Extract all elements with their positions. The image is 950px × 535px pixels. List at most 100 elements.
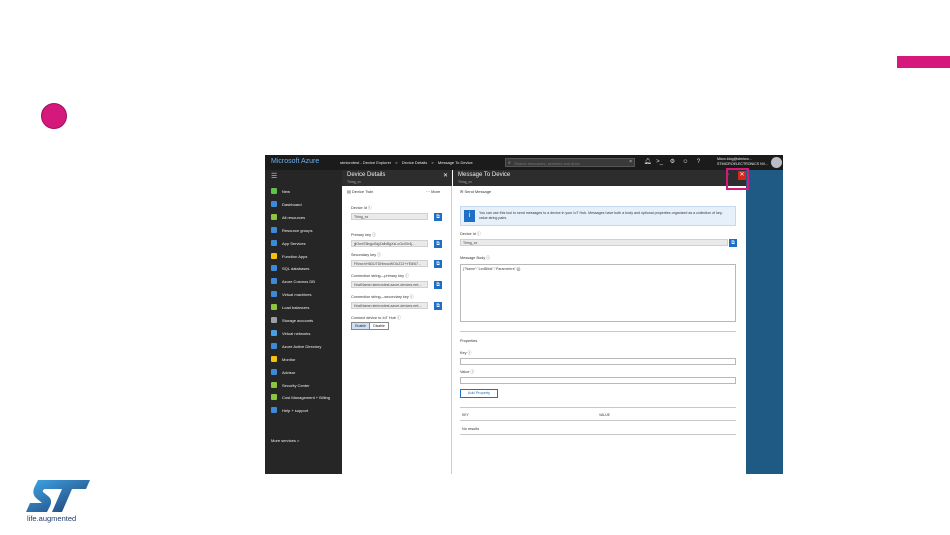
copy-icon[interactable]: ⧉ xyxy=(434,260,442,268)
cloud-shell-icon[interactable]: >_ xyxy=(655,158,664,167)
divider xyxy=(460,420,736,421)
sidebar-more-services[interactable]: More services > xyxy=(265,434,342,446)
conn-primary-label: Connection string—primary key ⓘ xyxy=(351,274,409,278)
no-results-text: No results xyxy=(462,427,480,431)
user-tenant: STMICROELECTRONICS NV... xyxy=(717,162,768,166)
sidebar-item-load-balancers[interactable]: Load balancers xyxy=(265,301,342,313)
connect-toggle[interactable]: Enable Disable xyxy=(351,322,389,330)
sidebar-item-advisor[interactable]: Advisor xyxy=(265,366,342,378)
breadcrumb-item[interactable]: Message To Device xyxy=(438,160,473,165)
sidebar-item-label: New xyxy=(282,189,291,194)
sidebar-item-app-services[interactable]: App Services xyxy=(265,237,342,249)
copy-icon[interactable]: ⧉ xyxy=(434,281,442,289)
more-button[interactable]: ··· More xyxy=(426,189,440,194)
gear-icon[interactable]: ⚙ xyxy=(668,158,677,167)
feedback-icon[interactable]: ☺ xyxy=(681,158,690,167)
sidebar-item-azure-cosmos-db[interactable]: Azure Cosmos DB xyxy=(265,275,342,287)
search-input[interactable] xyxy=(514,160,624,166)
close-highlight-box xyxy=(726,168,749,190)
user-account[interactable]: Micro.blog@stmicro... STMICROELECTRONICS… xyxy=(717,157,769,167)
conn-secondary-field[interactable]: HostName=stmicrotest.azure-devices.net;.… xyxy=(351,302,428,309)
sidebar-item-help-support[interactable]: Help + support xyxy=(265,404,342,416)
table-header-key: KEY xyxy=(462,413,469,417)
device-details-blade: Device Details Thing_xx ✕ ▤ Device Twin … xyxy=(342,170,452,474)
table-header-value: VALUE xyxy=(599,413,610,417)
sidebar-item-storage-accounts[interactable]: Storage accounts xyxy=(265,314,342,326)
sidebar-item-azure-active-directory[interactable]: Azure Active Directory xyxy=(265,340,342,352)
slide: Microsoft Azure stmicrotest - Device Exp… xyxy=(0,0,950,535)
add-property-button[interactable]: Add Property xyxy=(460,389,498,398)
blade-header: Message To Device Thing_xx ▫ ✕ xyxy=(453,170,746,186)
value-input[interactable] xyxy=(460,377,736,384)
sidebar-item-icon xyxy=(271,200,277,207)
sidebar-item-icon xyxy=(271,329,277,336)
sidebar-item-icon xyxy=(271,278,277,285)
sidebar-item-label: Azure Cosmos DB xyxy=(282,279,315,285)
sidebar-item-label: Resource groups xyxy=(282,227,313,233)
copy-icon[interactable]: ⧉ xyxy=(434,213,442,221)
conn-primary-field[interactable]: HostName=stmicrotest.azure-devices.net;.… xyxy=(351,281,428,288)
send-message-button[interactable]: ✉ Send Message xyxy=(460,189,491,194)
device-id-field[interactable]: Thing_xx xyxy=(460,239,728,246)
breadcrumb-separator: > xyxy=(431,160,434,165)
avatar[interactable] xyxy=(771,157,782,168)
enable-option[interactable]: Enable xyxy=(352,323,371,329)
sidebar-item-virtual-networks[interactable]: Virtual networks xyxy=(265,327,342,339)
help-icon[interactable]: ? xyxy=(694,158,703,167)
sidebar-item-icon xyxy=(271,355,277,362)
sidebar-item-label: Monitor xyxy=(282,356,296,362)
device-twin-button[interactable]: ▤ Device Twin xyxy=(347,189,373,194)
sidebar-item-icon xyxy=(271,394,277,401)
sidebar-item-icon xyxy=(271,407,277,414)
copy-icon[interactable]: ⧉ xyxy=(434,302,442,310)
sidebar-item-label: Load balancers xyxy=(282,305,310,311)
sidebar-item-sql-databases[interactable]: SQL databases xyxy=(265,262,342,274)
sidebar-item-label: Security Center xyxy=(282,382,310,388)
sidebar-item-label: Virtual machines xyxy=(282,292,312,298)
sidebar-item-virtual-machines[interactable]: Virtual machines xyxy=(265,288,342,300)
message-body-textarea[interactable]: {"Name":"LedBlink","Parameters":{}} xyxy=(460,264,736,322)
connect-device-label: Connect device to IoT Hub ⓘ xyxy=(351,316,401,320)
key-label: Key ⓘ xyxy=(460,351,472,355)
breadcrumb-item[interactable]: stmicrotest - Device Explorer xyxy=(340,160,391,165)
brand-title[interactable]: Microsoft Azure xyxy=(271,158,319,165)
sidebar-item-icon xyxy=(271,291,277,298)
primary-key-field[interactable]: jjlOrmS3bqjuINgZaflvBgXzLoGzX0r4j... xyxy=(351,240,428,247)
info-icon: i xyxy=(464,210,475,222)
search-box[interactable]: ⌕ × xyxy=(505,158,635,167)
sidebar-item-icon xyxy=(271,226,277,233)
sidebar-item-label: Azure Active Directory xyxy=(282,343,322,349)
sidebar-item-function-apps[interactable]: Function Apps xyxy=(265,250,342,262)
close-icon[interactable]: × xyxy=(629,159,632,165)
hamburger-menu-icon[interactable]: ☰ xyxy=(271,172,277,180)
breadcrumb-item[interactable]: Device Details xyxy=(402,160,428,165)
copy-icon[interactable]: ⧉ xyxy=(434,240,442,248)
notification-icon[interactable]: 🔔︎ xyxy=(643,158,652,167)
sidebar-item-cost-management-billing[interactable]: Cost Management + Billing xyxy=(265,391,342,403)
key-input[interactable] xyxy=(460,358,736,365)
sidebar-item-monitor[interactable]: Monitor xyxy=(265,353,342,365)
sidebar-item-icon xyxy=(271,381,277,388)
sidebar-item-label: Dashboard xyxy=(282,201,302,207)
sidebar-item-resource-groups[interactable]: Resource groups xyxy=(265,224,342,236)
conn-secondary-label: Connection string—secondary key ⓘ xyxy=(351,295,414,299)
copy-icon[interactable]: ⧉ xyxy=(729,239,737,247)
properties-label: Properties xyxy=(460,339,478,343)
sidebar-item-dashboard[interactable]: Dashboard xyxy=(265,198,342,210)
sidebar-item-security-center[interactable]: Security Center xyxy=(265,379,342,391)
sidebar-item-new[interactable]: New xyxy=(265,185,342,197)
primary-key-label: Primary key ⓘ xyxy=(351,233,376,237)
sidebar-item-icon xyxy=(271,368,277,375)
info-banner: i You can use this tool to send messages… xyxy=(460,206,736,226)
sidebar-item-label: Storage accounts xyxy=(282,318,314,323)
close-icon[interactable]: ✕ xyxy=(443,172,448,179)
divider xyxy=(460,331,736,332)
sidebar-item-icon xyxy=(271,213,277,220)
step-marker-dot xyxy=(41,103,67,129)
sidebar: ☰ New Dashboard All resources Resource grou… xyxy=(265,170,342,474)
disable-option[interactable]: Disable xyxy=(370,323,388,329)
secondary-key-field[interactable]: FKbcr/vH6DUTDI9mocWOUZ12+YE8/67... xyxy=(351,260,428,267)
pink-accent-tab xyxy=(897,56,950,68)
sidebar-item-all-resources[interactable]: All resources xyxy=(265,211,342,223)
device-id-field[interactable]: Thing_xx xyxy=(351,213,428,220)
